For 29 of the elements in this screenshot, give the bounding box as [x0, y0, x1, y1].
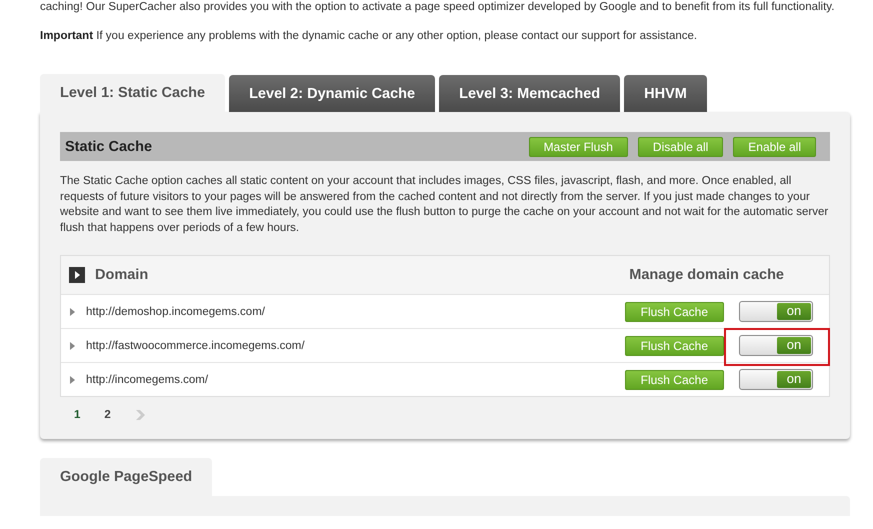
flush-cache-button[interactable]: Flush Cache — [624, 370, 724, 390]
tab[interactable]: Level 2: Dynamic Cache — [229, 75, 436, 112]
cache-toggle[interactable]: on — [739, 335, 813, 356]
important-note: Important If you experience any problems with the dynamic cache or any other option, please contact our support for assistance. — [40, 29, 698, 44]
cache-toggle[interactable]: on — [739, 301, 813, 322]
page-link[interactable]: 2 — [104, 409, 111, 421]
action-button[interactable]: Enable all — [733, 136, 816, 156]
tab[interactable]: Level 3: Memcached — [439, 75, 620, 112]
tab[interactable]: Google PageSpeed — [40, 458, 212, 496]
domain-cell-text: http://incomegems.com/ — [86, 374, 210, 386]
action-button[interactable]: Disable all — [638, 136, 724, 156]
column-header: Manage domain cache — [629, 267, 784, 283]
section-description: The Static Cache option caches all static content on your account that includes images, CSS files, javascript, flash, and more. Once enabled, all requests of future visitors to your pages will be answered from the cached content and not directly from the server. If you just made changes to your website and want to see them live immediately, you could use the flush button to purge the cache on your account and not wait for the automatic server flush that happens over periods of a few hours. — [60, 174, 830, 236]
expand-arrow-icon[interactable] — [69, 306, 76, 316]
domain-cell-text: http://demoshop.incomegems.com/ — [86, 306, 266, 318]
flush-cache-button[interactable]: Flush Cache — [624, 336, 724, 356]
tab[interactable]: HHVM — [624, 75, 707, 112]
page-link[interactable]: 1 — [74, 409, 80, 421]
expand-icon[interactable] — [69, 267, 85, 283]
intro-paragraph: caching! Our SuperCacher also provides you with the option to activate a page speed optimizer developed by Google and to benefit from its full functionality. — [40, 0, 836, 15]
domain-cell-text: http://fastwoocommerce.incomegems.com/ — [86, 340, 306, 352]
tab[interactable]: Level 1: Static Cache — [40, 74, 226, 112]
flush-cache-button[interactable]: Flush Cache — [624, 302, 724, 322]
column-header: Domain — [95, 267, 150, 283]
section-title: Static Cache — [65, 138, 154, 154]
action-button[interactable]: Master Flush — [528, 136, 628, 156]
expand-arrow-icon[interactable] — [69, 340, 76, 350]
expand-arrow-icon[interactable] — [69, 374, 76, 384]
cache-toggle[interactable]: on — [739, 369, 813, 390]
